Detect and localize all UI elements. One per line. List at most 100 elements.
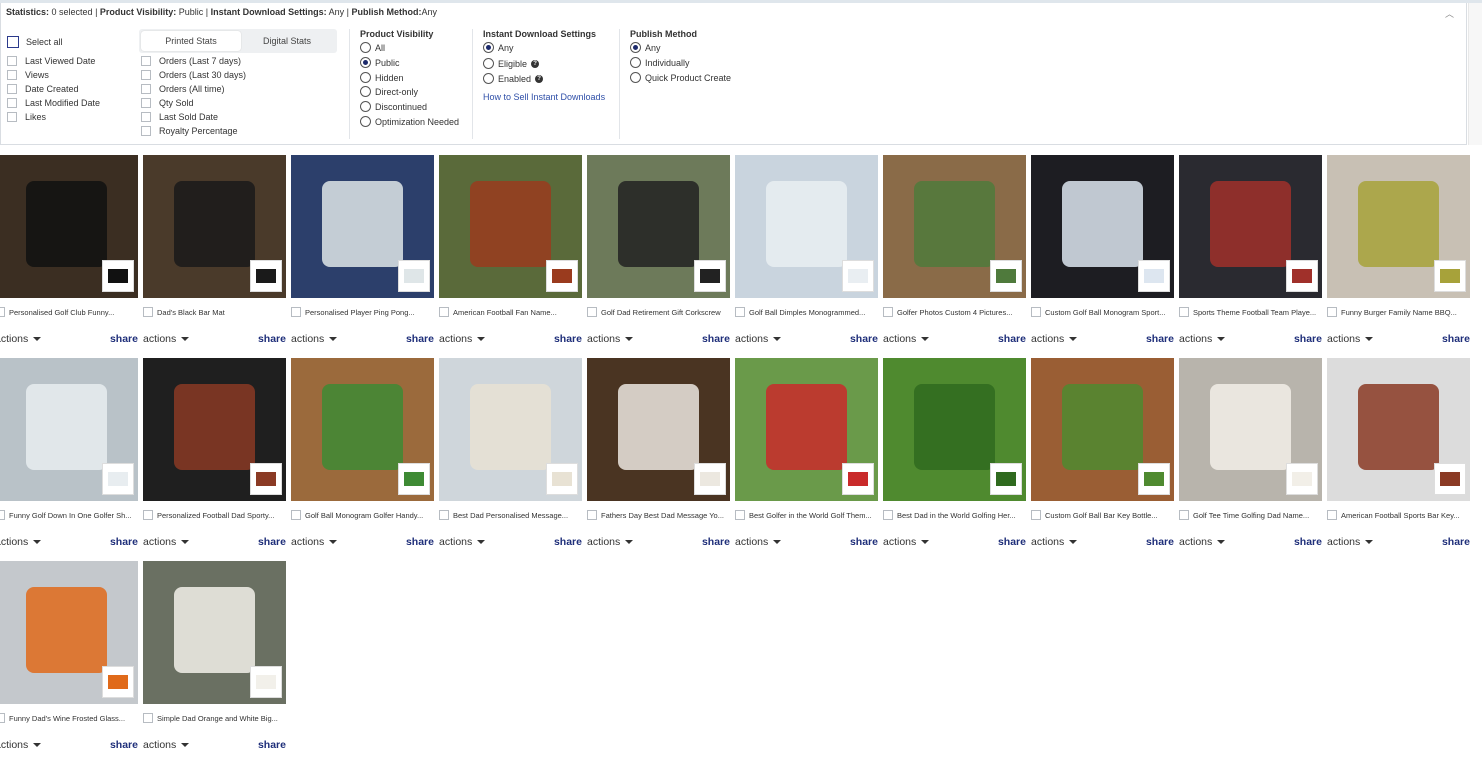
product-checkbox[interactable] bbox=[1327, 307, 1337, 317]
product-title[interactable]: Personalized Football Dad Sporty... bbox=[157, 511, 274, 520]
product-image[interactable] bbox=[587, 358, 730, 501]
publish-radio[interactable] bbox=[630, 42, 641, 53]
actions-dropdown[interactable]: actions bbox=[291, 333, 338, 345]
product-title[interactable]: Golfer Photos Custom 4 Pictures... bbox=[897, 308, 1012, 317]
printed-stat-option[interactable]: Orders (All time) bbox=[141, 84, 225, 94]
actions-dropdown[interactable]: actions bbox=[1179, 536, 1226, 548]
actions-dropdown[interactable]: actions bbox=[587, 536, 634, 548]
share-link[interactable]: share bbox=[1294, 536, 1322, 548]
stat-checkbox[interactable] bbox=[7, 98, 17, 108]
actions-dropdown[interactable]: actions bbox=[439, 536, 486, 548]
product-title[interactable]: Golf Ball Monogram Golfer Handy... bbox=[305, 511, 423, 520]
visibility-radio[interactable] bbox=[360, 116, 371, 127]
product-checkbox[interactable] bbox=[1179, 510, 1189, 520]
product-mini-thumbnail[interactable] bbox=[1434, 463, 1466, 495]
printed-stat-checkbox[interactable] bbox=[141, 98, 151, 108]
product-mini-thumbnail[interactable] bbox=[1138, 260, 1170, 292]
product-title[interactable]: Funny Burger Family Name BBQ... bbox=[1341, 308, 1457, 317]
share-link[interactable]: share bbox=[702, 333, 730, 345]
product-checkbox[interactable] bbox=[143, 713, 153, 723]
visibility-radio[interactable] bbox=[360, 86, 371, 97]
product-image[interactable] bbox=[587, 155, 730, 298]
product-mini-thumbnail[interactable] bbox=[250, 260, 282, 292]
actions-dropdown[interactable]: actions bbox=[883, 536, 930, 548]
share-link[interactable]: share bbox=[258, 739, 286, 751]
visibility-option[interactable]: Hidden bbox=[360, 72, 404, 83]
share-link[interactable]: share bbox=[1442, 333, 1470, 345]
share-link[interactable]: share bbox=[258, 536, 286, 548]
printed-stat-option[interactable]: Royalty Percentage bbox=[141, 126, 238, 136]
product-mini-thumbnail[interactable] bbox=[694, 260, 726, 292]
product-mini-thumbnail[interactable] bbox=[990, 463, 1022, 495]
product-image[interactable] bbox=[143, 155, 286, 298]
product-mini-thumbnail[interactable] bbox=[102, 260, 134, 292]
product-checkbox[interactable] bbox=[143, 307, 153, 317]
share-link[interactable]: share bbox=[1146, 536, 1174, 548]
printed-stat-option[interactable]: Orders (Last 30 days) bbox=[141, 70, 246, 80]
tab-printed-stats[interactable]: Printed Stats bbox=[141, 31, 241, 51]
actions-dropdown[interactable]: actions bbox=[1327, 333, 1374, 345]
actions-dropdown[interactable]: actions bbox=[143, 333, 190, 345]
share-link[interactable]: share bbox=[702, 536, 730, 548]
product-title[interactable]: Dad's Black Bar Mat bbox=[157, 308, 225, 317]
visibility-option[interactable]: Optimization Needed bbox=[360, 116, 459, 127]
actions-dropdown[interactable]: actions bbox=[1327, 536, 1374, 548]
product-image[interactable] bbox=[0, 155, 138, 298]
stat-option[interactable]: Last Modified Date bbox=[7, 98, 100, 108]
product-title[interactable]: American Football Sports Bar Key... bbox=[1341, 511, 1460, 520]
product-image[interactable] bbox=[1327, 358, 1470, 501]
actions-dropdown[interactable]: actions bbox=[1031, 536, 1078, 548]
stat-checkbox[interactable] bbox=[7, 112, 17, 122]
product-mini-thumbnail[interactable] bbox=[546, 260, 578, 292]
product-image[interactable] bbox=[0, 561, 138, 704]
actions-dropdown[interactable]: actions bbox=[0, 333, 42, 345]
product-title[interactable]: Best Golfer in the World Golf Them... bbox=[749, 511, 872, 520]
printed-stat-checkbox[interactable] bbox=[141, 56, 151, 66]
product-mini-thumbnail[interactable] bbox=[1286, 260, 1318, 292]
share-link[interactable]: share bbox=[406, 536, 434, 548]
stat-option[interactable]: Views bbox=[7, 70, 49, 80]
actions-dropdown[interactable]: actions bbox=[0, 536, 42, 548]
stat-option[interactable]: Last Viewed Date bbox=[7, 56, 95, 66]
product-title[interactable]: Simple Dad Orange and White Big... bbox=[157, 714, 278, 723]
product-checkbox[interactable] bbox=[0, 510, 5, 520]
actions-dropdown[interactable]: actions bbox=[883, 333, 930, 345]
product-mini-thumbnail[interactable] bbox=[102, 666, 134, 698]
product-title[interactable]: Sports Theme Football Team Playe... bbox=[1193, 308, 1316, 317]
product-checkbox[interactable] bbox=[587, 307, 597, 317]
instant-downloads-link[interactable]: How to Sell Instant Downloads bbox=[483, 92, 605, 102]
share-link[interactable]: share bbox=[1294, 333, 1322, 345]
product-title[interactable]: Funny Dad's Wine Frosted Glass... bbox=[9, 714, 125, 723]
product-image[interactable] bbox=[1031, 358, 1174, 501]
product-checkbox[interactable] bbox=[439, 307, 449, 317]
publish-option[interactable]: Individually bbox=[630, 57, 690, 68]
visibility-radio[interactable] bbox=[360, 101, 371, 112]
actions-dropdown[interactable]: actions bbox=[735, 536, 782, 548]
actions-dropdown[interactable]: actions bbox=[1179, 333, 1226, 345]
product-checkbox[interactable] bbox=[1327, 510, 1337, 520]
publish-option[interactable]: Any bbox=[630, 42, 661, 53]
printed-stat-checkbox[interactable] bbox=[141, 112, 151, 122]
product-title[interactable]: Fathers Day Best Dad Message Yo... bbox=[601, 511, 724, 520]
product-image[interactable] bbox=[291, 155, 434, 298]
publish-radio[interactable] bbox=[630, 72, 641, 83]
product-image[interactable] bbox=[735, 155, 878, 298]
actions-dropdown[interactable]: actions bbox=[0, 739, 42, 751]
share-link[interactable]: share bbox=[110, 536, 138, 548]
product-title[interactable]: Custom Golf Ball Monogram Sport... bbox=[1045, 308, 1165, 317]
product-title[interactable]: Personalised Player Ping Pong... bbox=[305, 308, 415, 317]
share-link[interactable]: share bbox=[554, 536, 582, 548]
instant-radio[interactable] bbox=[483, 73, 494, 84]
product-title[interactable]: American Football Fan Name... bbox=[453, 308, 557, 317]
publish-radio[interactable] bbox=[630, 57, 641, 68]
product-image[interactable] bbox=[883, 155, 1026, 298]
product-image[interactable] bbox=[439, 358, 582, 501]
visibility-option[interactable]: All bbox=[360, 42, 385, 53]
share-link[interactable]: share bbox=[998, 536, 1026, 548]
printed-stat-option[interactable]: Orders (Last 7 days) bbox=[141, 56, 241, 66]
product-checkbox[interactable] bbox=[0, 307, 5, 317]
product-mini-thumbnail[interactable] bbox=[398, 260, 430, 292]
product-title[interactable]: Funny Golf Down In One Golfer Sh... bbox=[9, 511, 132, 520]
product-checkbox[interactable] bbox=[291, 510, 301, 520]
product-image[interactable] bbox=[143, 358, 286, 501]
